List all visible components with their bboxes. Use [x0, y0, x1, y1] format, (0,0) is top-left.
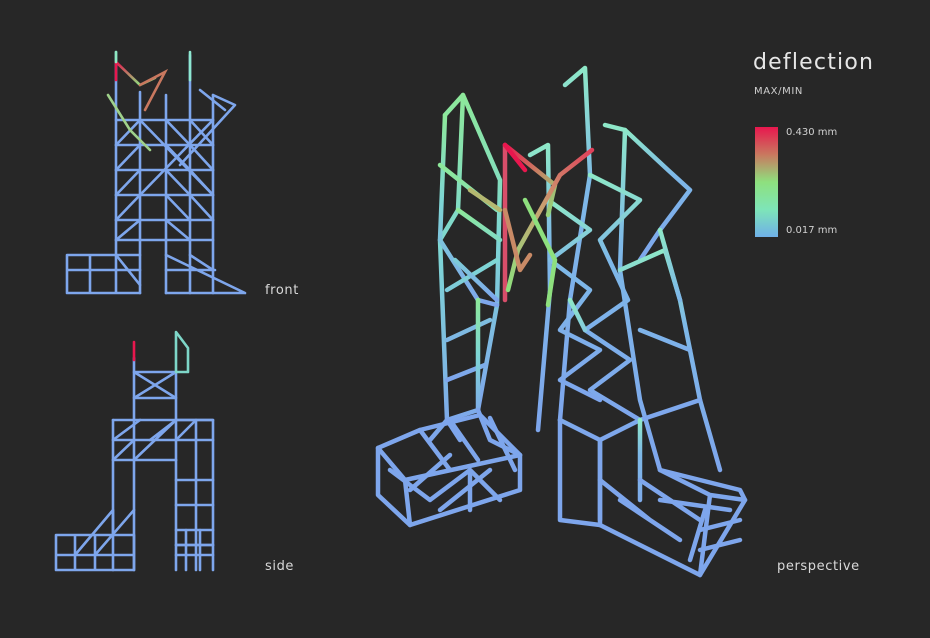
legend-max-label: 0.430 mm	[786, 127, 838, 138]
front-view-label: front	[265, 283, 299, 298]
legend-min-label: 0.017 mm	[786, 225, 838, 236]
legend-title: deflection	[753, 50, 875, 75]
perspective-view-label: perspective	[777, 559, 860, 574]
legend-color-bar	[755, 127, 778, 237]
side-view-label: side	[265, 559, 295, 574]
legend-subtitle: MAX/MIN	[754, 86, 803, 97]
